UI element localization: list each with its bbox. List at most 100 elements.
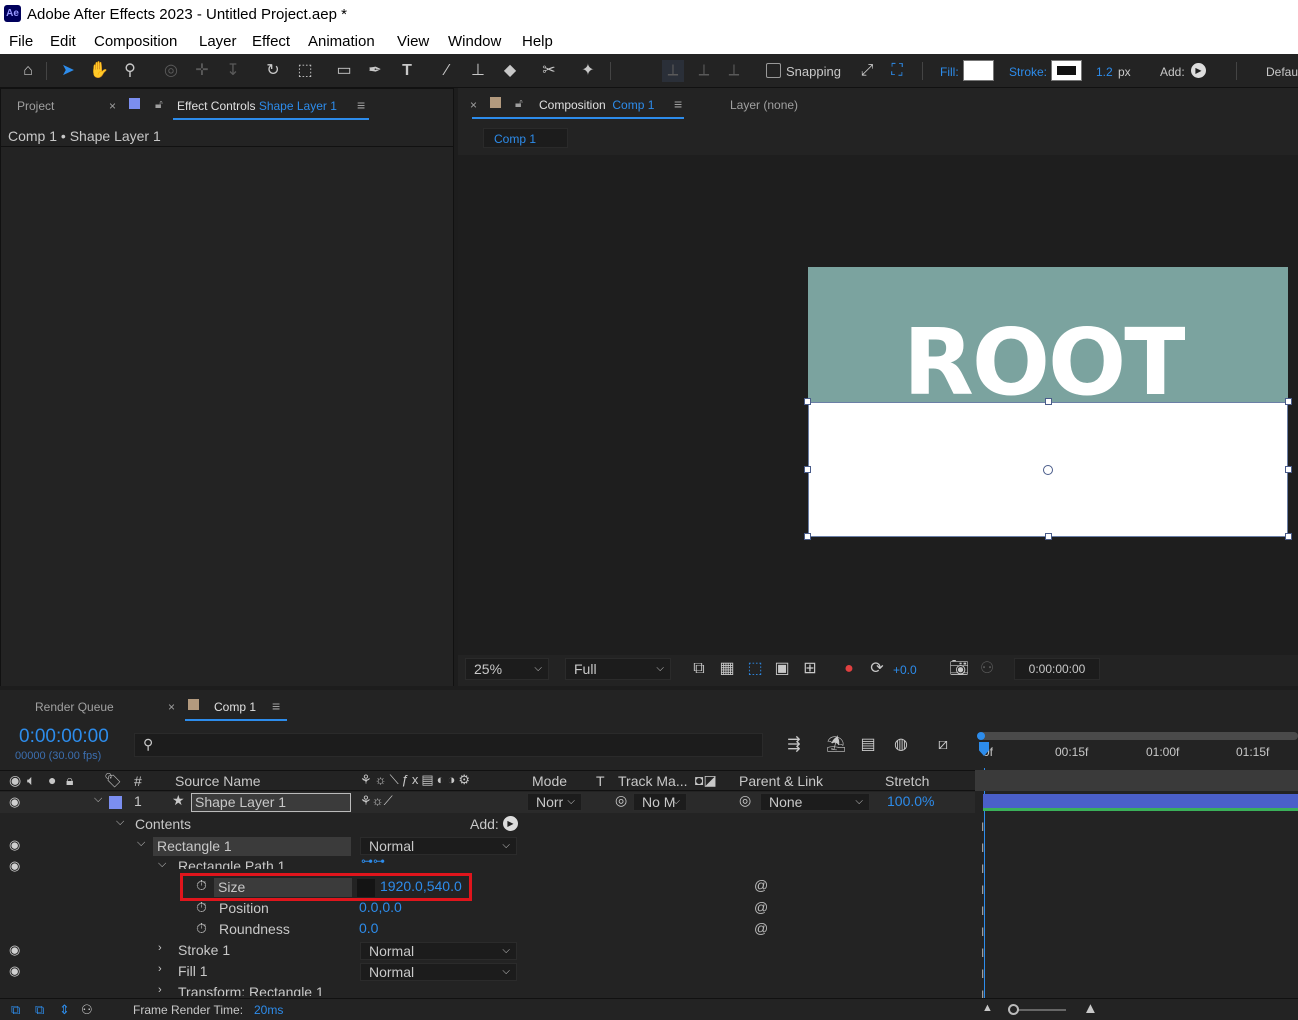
composition-mini-flowchart-icon[interactable]: ⇶	[783, 734, 805, 756]
transparency-grid-icon[interactable]: ▦	[716, 658, 738, 680]
chevron-right-icon[interactable]: ›	[158, 984, 162, 996]
tab-composition[interactable]: Composition Comp 1	[539, 98, 654, 112]
eye-icon[interactable]: ◉	[9, 942, 20, 958]
frame-blending-icon[interactable]: ▤	[857, 734, 879, 756]
eye-icon[interactable]: ◉	[9, 837, 20, 853]
tab-project[interactable]: Project	[17, 99, 54, 113]
tab-effect-controls[interactable]: Effect Controls Shape Layer 1	[177, 99, 337, 113]
menu-file[interactable]: File	[9, 33, 33, 50]
lock-icon[interactable]: 🔒︎	[66, 772, 73, 789]
stroke-mode-dropdown[interactable]: Normal ⌵	[360, 942, 517, 960]
snapping-checkbox[interactable]	[766, 63, 781, 78]
eraser-tool-icon[interactable]: ◆	[499, 60, 521, 82]
parent-pickwhip-icon[interactable]: ◎	[739, 792, 751, 809]
position-property-row[interactable]: ⏱︎ Position 0.0,0.0 @	[0, 899, 975, 920]
chevron-right-icon[interactable]: ›	[158, 963, 162, 975]
mask-visibility-icon[interactable]: ⬚	[744, 658, 766, 680]
motion-blur-icon[interactable]: ◍	[890, 734, 912, 756]
panel-menu-icon[interactable]: ≡	[272, 698, 280, 714]
fill-label[interactable]: Fill:	[940, 65, 959, 79]
position-value[interactable]: 0.0,0.0	[359, 899, 402, 915]
stretch-value[interactable]: 100.0%	[887, 793, 934, 809]
chevron-right-icon[interactable]: ›	[158, 942, 162, 954]
rectangle-mode-dropdown[interactable]: Normal ⌵	[360, 837, 517, 855]
color-channels-icon[interactable]: ●	[838, 658, 860, 680]
tab-layer[interactable]: Layer (none)	[730, 98, 798, 112]
graph-editor-icon[interactable]: ⧄	[932, 734, 954, 756]
roto-brush-icon[interactable]: ✂	[538, 60, 560, 82]
audio-icon[interactable]: 🔈︎	[27, 772, 35, 789]
render-time-toggle-icon[interactable]: ⚇	[81, 1002, 93, 1018]
close-icon[interactable]: ×	[168, 700, 175, 714]
time-ruler[interactable]: 0f 00:15f 01:00f 01:15f	[975, 730, 1298, 768]
world-axis-icon[interactable]: ⟂	[693, 60, 715, 82]
expression-pickwhip-icon[interactable]: @	[754, 877, 768, 893]
menu-composition[interactable]: Composition	[94, 33, 177, 50]
panel-menu-icon[interactable]: ≡	[357, 97, 365, 113]
guides-icon[interactable]: ▣	[771, 658, 793, 680]
solo-icon[interactable]: ●	[48, 772, 56, 788]
pan-camera-icon[interactable]: ✛	[191, 60, 213, 82]
chevron-down-icon[interactable]: ⌵	[116, 816, 124, 829]
menu-window[interactable]: Window	[448, 33, 501, 50]
menu-layer[interactable]: Layer	[199, 33, 237, 50]
workspace-label[interactable]: Defau	[1266, 65, 1298, 79]
reset-exposure-icon[interactable]: ⟳	[866, 658, 888, 680]
in-out-toggle-icon[interactable]: ⇕	[59, 1002, 70, 1018]
viewer-timecode[interactable]: 0:00:00:00	[1014, 658, 1100, 680]
pan-behind-icon[interactable]: ⬚	[294, 60, 316, 82]
hand-tool-icon[interactable]: ✋	[88, 60, 110, 82]
selection-tool-icon[interactable]: ➤	[57, 60, 79, 82]
clone-stamp-icon[interactable]: ⊥	[467, 60, 489, 82]
contents-row[interactable]: ⌵ Contents Add: ▶	[0, 815, 975, 836]
rectangle-path-row[interactable]: ◉ ⌵ Rectangle Path 1 ⊶⊶	[0, 854, 975, 878]
eye-icon[interactable]: ◉	[9, 963, 20, 979]
search-input[interactable]: ⚲	[134, 733, 763, 757]
menu-help[interactable]: Help	[522, 33, 553, 50]
root-text-layer[interactable]: ROOT	[903, 313, 1185, 401]
path-direction-icon[interactable]: ⊶⊶	[361, 854, 385, 868]
chevron-down-icon[interactable]: ⌵	[158, 858, 166, 871]
header-t[interactable]: T	[596, 773, 605, 789]
resolution-dropdown[interactable]: Full ⌵	[565, 658, 671, 680]
rotate-tool-icon[interactable]: ↻	[262, 60, 284, 82]
close-icon[interactable]: ×	[470, 98, 477, 112]
snapshot-camera-icon[interactable]: 📷︎	[948, 658, 970, 680]
expression-pickwhip-icon[interactable]: @	[754, 899, 768, 915]
stroke-swatch[interactable]	[1051, 60, 1082, 81]
menu-animation[interactable]: Animation	[308, 33, 375, 50]
lock-icon[interactable]: 🔓︎	[155, 97, 163, 112]
layer-duration-bar[interactable]	[983, 794, 1298, 811]
snap-edges-icon[interactable]: ⤢	[856, 60, 878, 82]
zoom-out-icon[interactable]: ▲	[982, 1002, 993, 1014]
add-play-icon[interactable]: ▶	[1191, 63, 1206, 78]
close-icon[interactable]: ×	[109, 99, 116, 113]
pen-tool-icon[interactable]: ✒	[364, 60, 386, 82]
roundness-property-row[interactable]: ⏱︎ Roundness 0.0 @	[0, 920, 975, 941]
add-play-icon[interactable]: ▶	[503, 816, 518, 831]
puppet-pin-icon[interactable]: ✦	[577, 60, 599, 82]
header-num[interactable]: #	[134, 773, 142, 789]
stroke-width[interactable]: 1.2	[1096, 65, 1113, 79]
orbit-camera-icon[interactable]: ◎	[160, 60, 182, 82]
header-stretch[interactable]: Stretch	[885, 773, 929, 789]
tab-comp-1[interactable]: Comp 1	[214, 700, 256, 714]
layer-label-color[interactable]	[109, 796, 122, 809]
rectangle-tool-icon[interactable]: ▭	[333, 60, 355, 82]
zoom-slider-handle[interactable]	[1008, 1004, 1019, 1015]
eye-icon[interactable]: ◉	[9, 772, 21, 789]
transform-row[interactable]: › Transform: Rectangle 1	[0, 984, 975, 996]
track-matte-dropdown[interactable]: No M ⌵	[633, 793, 687, 811]
menu-effect[interactable]: Effect	[252, 33, 290, 50]
layer-switches-toggle-icon[interactable]: ⧉	[11, 1002, 20, 1018]
menu-edit[interactable]: Edit	[50, 33, 76, 50]
tab-render-queue[interactable]: Render Queue	[35, 700, 114, 714]
stopwatch-icon[interactable]: ⏱︎	[196, 920, 207, 937]
fill-row[interactable]: ◉ › Fill 1 Normal ⌵	[0, 962, 975, 983]
menu-view[interactable]: View	[397, 33, 429, 50]
stroke-label[interactable]: Stroke:	[1009, 65, 1047, 79]
fill-swatch[interactable]	[963, 60, 994, 81]
zoom-tool-icon[interactable]: ⚲	[119, 60, 141, 82]
current-time[interactable]: 0:00:00:00	[19, 726, 109, 748]
rectangle-group-row[interactable]: ◉ ⌵ Rectangle 1 Normal ⌵	[0, 836, 975, 857]
